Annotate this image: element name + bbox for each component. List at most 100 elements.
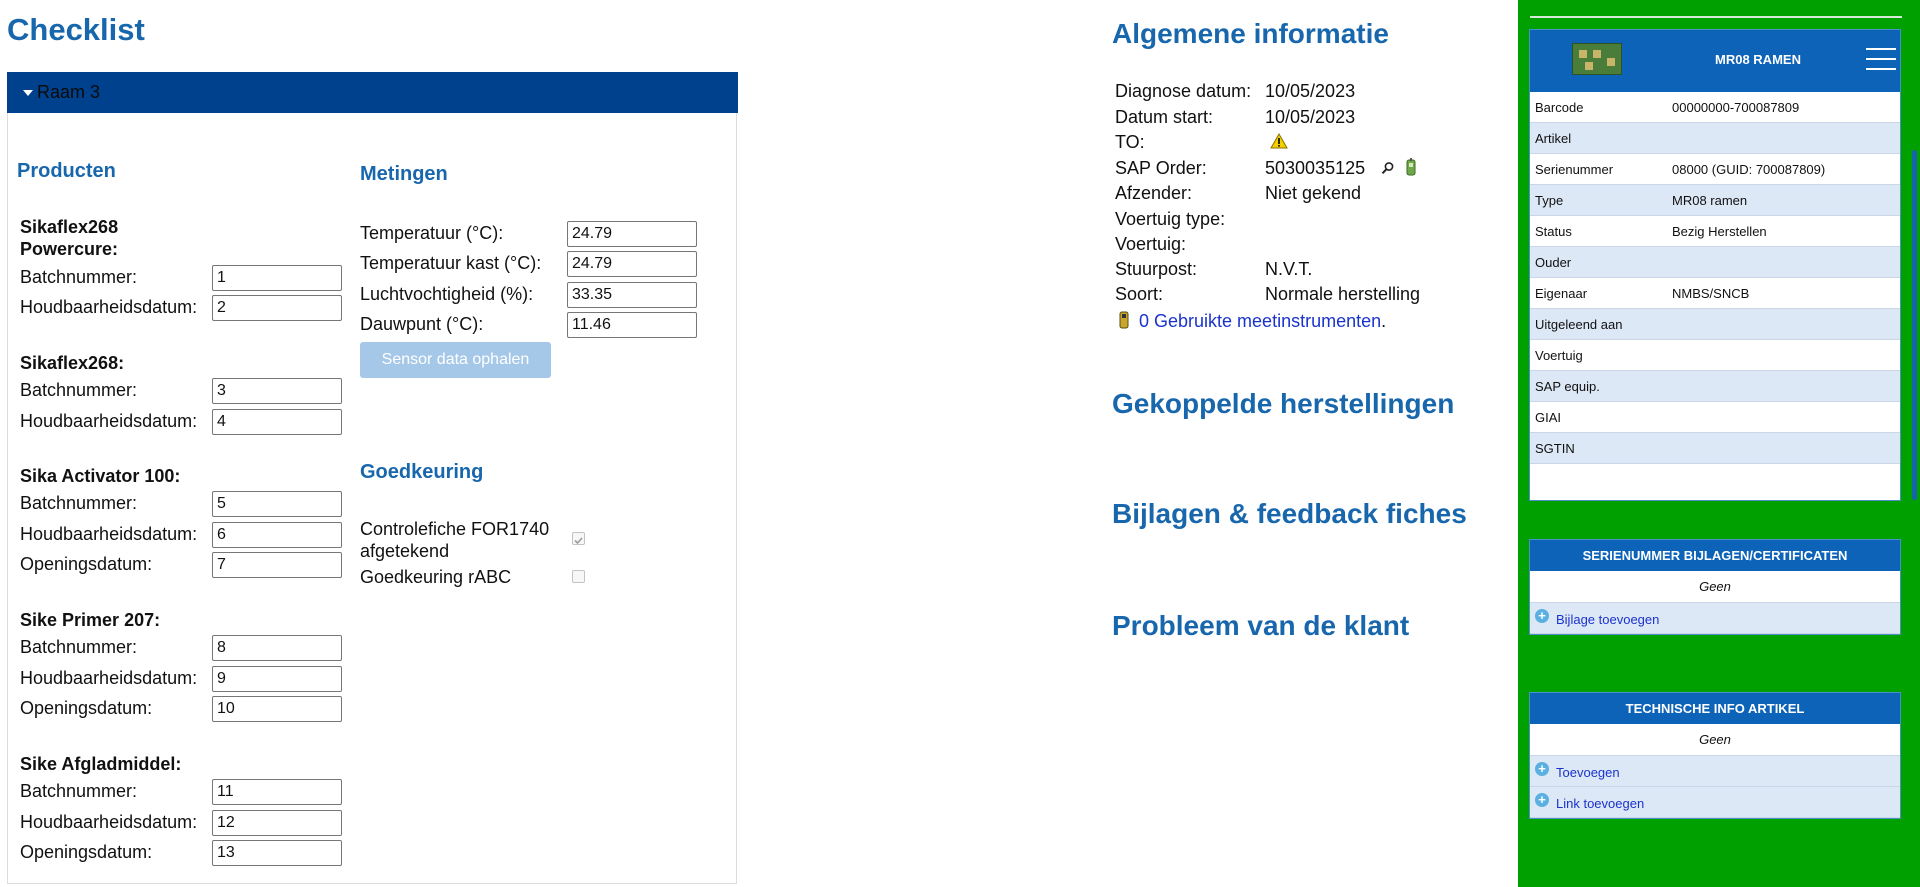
attachments-title: SERIENUMMER BIJLAGEN/CERTIFICATEN <box>1530 540 1900 571</box>
article-row: GIAI <box>1530 402 1900 433</box>
batchnummer-input[interactable] <box>212 378 342 404</box>
info-label: Voertuig: <box>1115 234 1187 254</box>
dauwpunt-input[interactable] <box>567 312 697 338</box>
meter-icon <box>1119 311 1129 329</box>
field-label: Batchnummer: <box>20 267 138 287</box>
field-label: Batchnummer: <box>20 637 138 657</box>
field-label: Openingsdatum: <box>20 842 153 862</box>
controlefiche-checkbox[interactable] <box>572 532 585 545</box>
goedkeuring-label: Goedkeuring rABC <box>360 567 512 587</box>
check-icon <box>574 537 583 545</box>
info-value: Normale herstelling <box>1265 284 1421 304</box>
metingen-heading: Metingen <box>360 163 448 185</box>
batchnummer-input[interactable] <box>212 779 342 805</box>
field-label: Houdbaarheidsdatum: <box>20 524 198 544</box>
article-row-label: SAP equip. <box>1535 379 1600 394</box>
tech-info-box: TECHNISCHE INFO ARTIKEL Geen + Toevoegen… <box>1529 692 1901 819</box>
info-label: Afzender: <box>1115 183 1193 203</box>
houdbaarheidsdatum-input[interactable] <box>212 666 342 692</box>
field-label: Houdbaarheidsdatum: <box>20 668 198 688</box>
add-link-button[interactable]: + Link toevoegen <box>1530 787 1900 818</box>
info-label: Diagnose datum: <box>1115 81 1252 101</box>
goedkeuring-rabc-checkbox[interactable] <box>572 570 585 583</box>
field-label: Openingsdatum: <box>20 698 153 718</box>
attachments-box: SERIENUMMER BIJLAGEN/CERTIFICATEN Geen +… <box>1529 539 1901 635</box>
article-row-label: GIAI <box>1535 410 1562 425</box>
article-row-label: Voertuig <box>1535 348 1583 363</box>
meting-label: Dauwpunt (°C): <box>360 314 484 334</box>
add-attachment-label: Bijlage toevoegen <box>1556 612 1660 627</box>
product-title: Sike Primer 207: <box>20 610 161 630</box>
article-row-label: Eigenaar <box>1535 286 1588 301</box>
bijlagen-feedback-heading: Bijlagen & feedback fiches <box>1112 498 1467 529</box>
openingsdatum-input[interactable] <box>212 696 342 722</box>
field-label: Houdbaarheidsdatum: <box>20 411 198 431</box>
scrollbar[interactable] <box>1912 150 1917 500</box>
article-row: Artikel <box>1530 123 1900 154</box>
openingsdatum-input[interactable] <box>212 840 342 866</box>
caret-down-icon <box>23 90 33 96</box>
magnifier-icon[interactable] <box>1381 161 1395 175</box>
product-title: Sikaflex268 Powercure: <box>20 217 119 259</box>
article-row-label: Status <box>1535 224 1572 239</box>
info-value: Niet gekend <box>1265 183 1362 203</box>
article-card: MR08 RAMEN Barcode 00000000-700087809 Art… <box>1529 29 1901 501</box>
circuit-board-icon <box>1572 43 1622 75</box>
temperatuur-input[interactable] <box>567 221 697 247</box>
field-label: Batchnummer: <box>20 493 138 513</box>
device-icon[interactable] <box>1406 158 1416 176</box>
batchnummer-input[interactable] <box>212 265 342 291</box>
producten-heading: Producten <box>17 160 116 182</box>
menu-icon[interactable] <box>1866 48 1896 78</box>
article-row: Serienummer 08000 (GUID: 700087809) <box>1530 154 1900 185</box>
instruments-period: . <box>1381 311 1387 331</box>
raam-accordion-header[interactable]: Raam 3 <box>7 72 738 113</box>
goedkeuring-heading: Goedkeuring <box>360 461 484 483</box>
article-row-label: Serienummer <box>1535 162 1614 177</box>
meting-label: Temperatuur kast (°C): <box>360 253 542 273</box>
attachments-empty: Geen <box>1530 571 1900 603</box>
houdbaarheidsdatum-input[interactable] <box>212 522 342 548</box>
article-row: Status Bezig Herstellen <box>1530 216 1900 247</box>
luchtvochtigheid-input[interactable] <box>567 282 697 308</box>
gekoppelde-herstellingen-heading: Gekoppelde herstellingen <box>1112 388 1455 419</box>
article-row-label: Artikel <box>1535 131 1572 146</box>
temperatuur-kast-input[interactable] <box>567 251 697 277</box>
houdbaarheidsdatum-input[interactable] <box>212 295 342 321</box>
page-title: Checklist <box>7 12 145 47</box>
article-row: Barcode 00000000-700087809 <box>1530 92 1900 123</box>
info-label: TO: <box>1115 132 1145 152</box>
instruments-line: 0 Gebruikte meetinstrumenten. <box>1139 311 1386 332</box>
info-label: Stuurpost: <box>1115 259 1198 279</box>
article-row: Uitgeleend aan <box>1530 309 1900 340</box>
article-row-label: SGTIN <box>1535 441 1575 456</box>
batchnummer-input[interactable] <box>212 635 342 661</box>
plus-circle-icon: + <box>1535 793 1549 807</box>
info-label: Datum start: <box>1115 107 1214 127</box>
article-row: Ouder <box>1530 247 1900 278</box>
meting-label: Luchtvochtigheid (%): <box>360 284 534 304</box>
divider <box>1530 16 1902 18</box>
add-tech-info-label: Toevoegen <box>1556 765 1620 780</box>
houdbaarheidsdatum-input[interactable] <box>212 810 342 836</box>
algemene-informatie-heading: Algemene informatie <box>1112 18 1389 49</box>
add-attachment-button[interactable]: + Bijlage toevoegen <box>1530 603 1900 634</box>
add-link-label: Link toevoegen <box>1556 796 1645 811</box>
field-label: Batchnummer: <box>20 781 138 801</box>
info-value: 10/05/2023 <box>1265 81 1356 101</box>
info-label: SAP Order: <box>1115 158 1207 178</box>
info-value: N.V.T. <box>1265 259 1313 279</box>
article-row-label: Barcode <box>1535 100 1584 115</box>
sensor-data-button[interactable]: Sensor data ophalen <box>360 342 551 378</box>
instruments-link[interactable]: 0 Gebruikte meetinstrumenten <box>1139 311 1381 331</box>
product-title: Sikaflex268: <box>20 353 125 373</box>
warning-icon <box>1270 133 1288 149</box>
article-row: Eigenaar NMBS/SNCB <box>1530 278 1900 309</box>
houdbaarheidsdatum-input[interactable] <box>212 409 342 435</box>
add-tech-info-button[interactable]: + Toevoegen <box>1530 756 1900 787</box>
batchnummer-input[interactable] <box>212 491 342 517</box>
field-label: Openingsdatum: <box>20 554 153 574</box>
article-row-value: NMBS/SNCB <box>1672 286 1750 301</box>
openingsdatum-input[interactable] <box>212 552 342 578</box>
info-label: Voertuig type: <box>1115 209 1226 229</box>
